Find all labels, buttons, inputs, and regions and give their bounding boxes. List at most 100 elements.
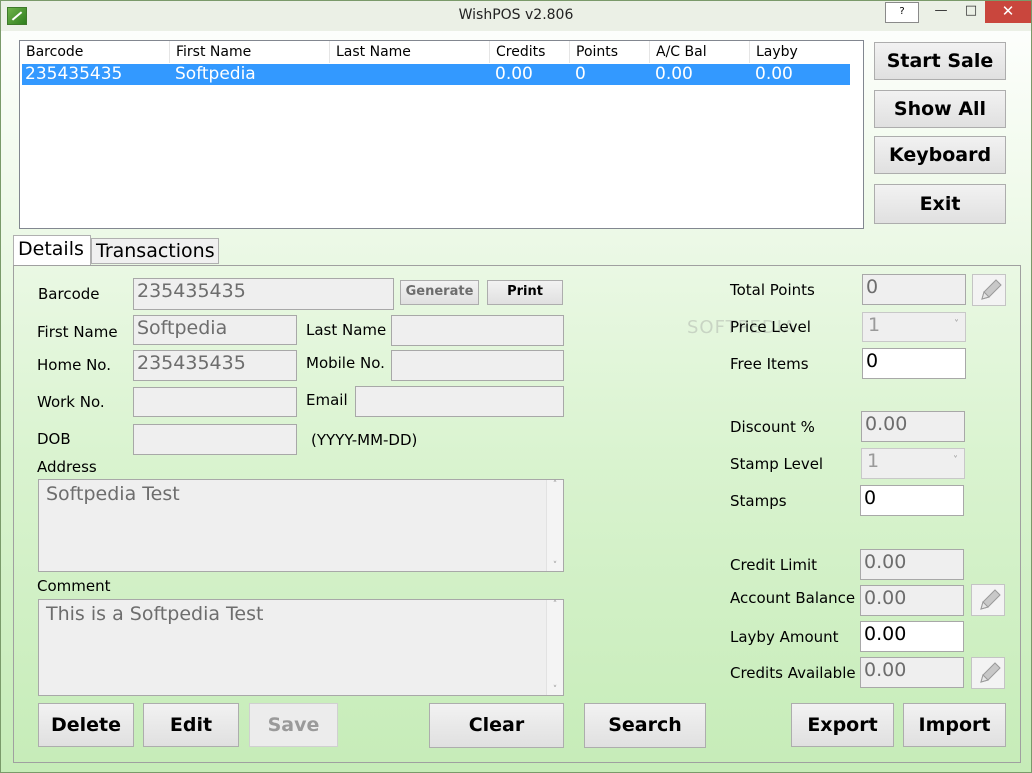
account-balance-label: Account Balance [730, 589, 856, 607]
cell-ac-bal: 0.00 [655, 64, 693, 84]
tab-details[interactable]: Details [13, 235, 91, 266]
address-text: Softpedia Test [46, 483, 180, 505]
first-name-label: First Name [37, 323, 118, 341]
discount-label: Discount % [730, 418, 815, 436]
home-no-label: Home No. [37, 356, 111, 374]
edit-credits-button[interactable] [971, 657, 1005, 689]
edit-button[interactable]: Edit [143, 703, 239, 747]
address-scrollbar[interactable]: ˄ ˅ [546, 480, 563, 571]
layby-amount-field[interactable]: 0.00 [860, 621, 964, 652]
cell-barcode: 235435435 [25, 64, 123, 84]
column-header-barcode[interactable]: Barcode [26, 44, 83, 60]
credits-available-field[interactable]: 0.00 [860, 657, 964, 688]
scroll-down-icon[interactable]: ˅ [547, 561, 563, 571]
stamps-label: Stamps [730, 492, 787, 510]
stamp-level-value: 1 [867, 450, 880, 472]
last-name-field[interactable] [391, 315, 564, 346]
clear-button[interactable]: Clear [429, 703, 564, 748]
delete-button[interactable]: Delete [38, 703, 134, 747]
edit-balance-button[interactable] [971, 584, 1005, 616]
close-button[interactable]: ✕ [985, 1, 1031, 23]
free-items-label: Free Items [730, 355, 809, 373]
cell-layby: 0.00 [755, 64, 793, 84]
price-level-value: 1 [868, 314, 881, 336]
column-divider [329, 41, 330, 63]
account-balance-field[interactable]: 0.00 [860, 585, 964, 616]
total-points-field[interactable]: 0 [862, 274, 966, 305]
work-no-field[interactable] [133, 387, 297, 417]
save-button[interactable]: Save [249, 703, 338, 747]
email-field[interactable] [355, 386, 564, 417]
column-divider [569, 41, 570, 63]
barcode-field[interactable]: 235435435 [133, 278, 394, 310]
comment-scrollbar[interactable]: ˄ ˅ [546, 600, 563, 695]
chevron-down-icon: ˅ [953, 455, 958, 466]
keyboard-button[interactable]: Keyboard [874, 136, 1006, 174]
credit-limit-field[interactable]: 0.00 [860, 549, 964, 580]
chevron-down-icon: ˅ [954, 319, 959, 330]
edit-points-button[interactable] [972, 274, 1006, 306]
window-title: WishPOS v2.806 [458, 7, 574, 23]
print-button[interactable]: Print [487, 280, 563, 305]
dob-format-hint: (YYYY-MM-DD) [311, 431, 418, 449]
work-no-label: Work No. [37, 393, 105, 411]
price-level-label: Price Level [730, 318, 811, 336]
dob-field[interactable] [133, 424, 297, 455]
title-bar: WishPOS v2.806 ? — □ ✕ [1, 1, 1031, 31]
comment-textarea[interactable]: This is a Softpedia Test ˄ ˅ [38, 599, 564, 696]
pencil-icon [980, 662, 1001, 683]
app-window: WishPOS v2.806 ? — □ ✕ Barcode First Nam… [0, 0, 1032, 773]
price-level-select[interactable]: 1 ˅ [862, 312, 966, 342]
column-divider [649, 41, 650, 63]
minimize-button[interactable]: — [924, 3, 958, 23]
discount-field[interactable]: 0.00 [861, 411, 965, 442]
scroll-down-icon[interactable]: ˅ [547, 685, 563, 695]
cell-points: 0 [575, 64, 586, 84]
stamp-level-select[interactable]: 1 ˅ [861, 448, 965, 479]
column-header-credits[interactable]: Credits [496, 44, 545, 60]
column-divider [489, 41, 490, 63]
email-label: Email [306, 391, 348, 409]
maximize-button[interactable]: □ [958, 3, 984, 23]
help-button[interactable]: ? [885, 2, 919, 23]
import-button[interactable]: Import [903, 703, 1006, 747]
home-no-field[interactable]: 235435435 [133, 350, 297, 381]
barcode-label: Barcode [38, 285, 100, 303]
list-header: Barcode First Name Last Name Credits Poi… [20, 41, 863, 63]
free-items-field[interactable]: 0 [862, 348, 966, 379]
cell-first-name: Softpedia [175, 64, 256, 84]
credit-limit-label: Credit Limit [730, 556, 818, 574]
dob-label: DOB [37, 430, 71, 448]
stamps-field[interactable]: 0 [860, 485, 964, 516]
credits-available-label: Credits Available [730, 664, 856, 682]
address-label: Address [37, 458, 97, 476]
scroll-up-icon[interactable]: ˄ [547, 600, 563, 610]
total-points-label: Total Points [730, 281, 815, 299]
search-button[interactable]: Search [584, 703, 706, 748]
scroll-up-icon[interactable]: ˄ [547, 480, 563, 490]
column-header-points[interactable]: Points [576, 44, 618, 60]
column-header-layby[interactable]: Layby [756, 44, 798, 60]
generate-button[interactable]: Generate [400, 280, 479, 305]
mobile-no-field[interactable] [391, 350, 564, 381]
column-header-first-name[interactable]: First Name [176, 44, 251, 60]
mobile-no-label: Mobile No. [306, 354, 385, 372]
last-name-label: Last Name [306, 321, 387, 339]
first-name-field[interactable]: Softpedia [133, 315, 297, 345]
tab-transactions[interactable]: Transactions [91, 238, 219, 264]
list-row-selected[interactable]: 235435435 Softpedia 0.00 0 0.00 0.00 [22, 64, 850, 85]
comment-text: This is a Softpedia Test [46, 603, 264, 625]
cell-credits: 0.00 [495, 64, 533, 84]
exit-button[interactable]: Exit [874, 184, 1006, 224]
export-button[interactable]: Export [791, 703, 894, 747]
address-textarea[interactable]: Softpedia Test ˄ ˅ [38, 479, 564, 572]
stamp-level-label: Stamp Level [730, 455, 824, 473]
pencil-icon [981, 279, 1002, 300]
column-header-ac-bal[interactable]: A/C Bal [656, 44, 707, 60]
start-sale-button[interactable]: Start Sale [874, 42, 1006, 80]
comment-label: Comment [37, 577, 111, 595]
show-all-button[interactable]: Show All [874, 90, 1006, 128]
column-header-last-name[interactable]: Last Name [336, 44, 411, 60]
pencil-icon [980, 589, 1001, 610]
customer-list[interactable]: Barcode First Name Last Name Credits Poi… [19, 40, 864, 229]
